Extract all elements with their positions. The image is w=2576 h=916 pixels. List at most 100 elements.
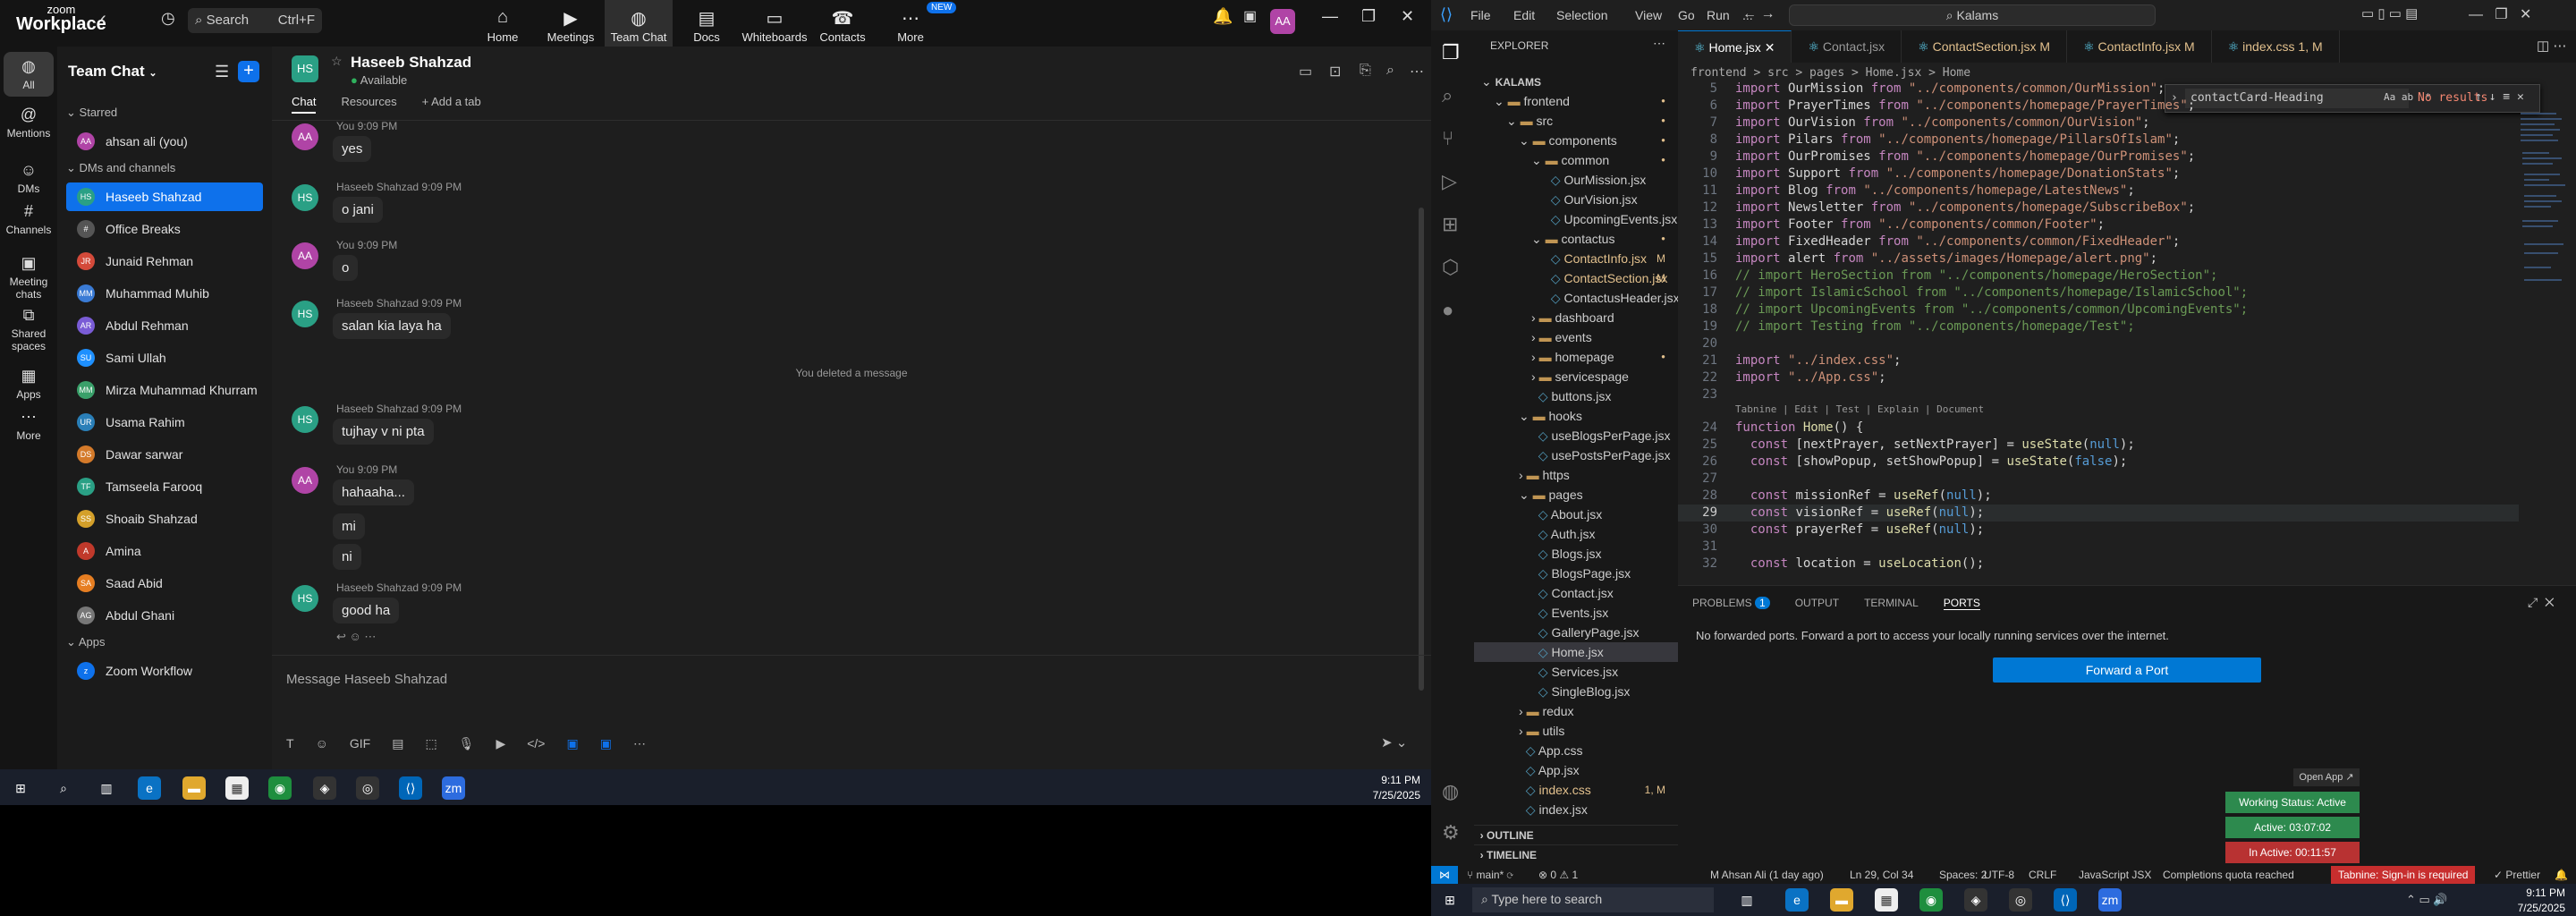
tree-item[interactable]: ◇ Auth.jsx: [1474, 524, 1678, 544]
source-control-icon[interactable]: ⑂: [1442, 127, 1453, 150]
nav-more[interactable]: ⋯ More: [877, 0, 945, 47]
sidebar-section[interactable]: ⌄ Apps: [66, 635, 105, 649]
tree-item[interactable]: ◇ Services.jsx: [1474, 662, 1678, 682]
tree-item[interactable]: ◇ ContactInfo.jsx M: [1474, 249, 1678, 268]
remote-icon[interactable]: ⋈: [1431, 866, 1458, 884]
sidebar-item[interactable]: AG Abdul Ghani: [66, 601, 263, 630]
format-icon[interactable]: T: [286, 736, 294, 751]
tree-item[interactable]: › ▬ dashboard: [1474, 308, 1678, 327]
audio-icon[interactable]: 🎙: [459, 736, 475, 751]
tabnine-status[interactable]: Tabnine: Sign-in is required: [2331, 866, 2476, 884]
tree-item[interactable]: ⌄ ▬ frontend ●: [1474, 91, 1678, 111]
tree-item[interactable]: ◇ ContactusHeader.jsx: [1474, 288, 1680, 308]
code-line[interactable]: 17 // import IslamicSchool from "../compo…: [1678, 284, 2519, 301]
taskbar-search-input[interactable]: ⌕ Type here to search: [1472, 887, 1714, 912]
star-icon[interactable]: ☆: [331, 54, 343, 69]
more-compose-icon[interactable]: ⋯: [633, 736, 646, 751]
video-call-icon[interactable]: ▭: [1299, 63, 1312, 81]
tree-item[interactable]: ⌄ ▬ contactus ●: [1474, 229, 1678, 249]
task-view-icon[interactable]: ▥: [95, 776, 118, 800]
more-options-icon[interactable]: ⋯: [1410, 63, 1424, 81]
vscode-icon[interactable]: ⟨⟩: [2054, 888, 2077, 912]
code-line[interactable]: 31: [1678, 539, 2519, 556]
tree-item[interactable]: ⌄ ▬ src ●: [1474, 111, 1678, 131]
code-line[interactable]: 16 // import HeroSection from "../compone…: [1678, 267, 2519, 284]
indentation[interactable]: Spaces: 2: [1939, 866, 1987, 884]
nav-home[interactable]: ⌂ Home: [469, 0, 537, 47]
line-ending[interactable]: CRLF: [2029, 866, 2056, 884]
prettier-status[interactable]: ✓ Prettier: [2494, 866, 2540, 884]
avatar[interactable]: HS: [292, 301, 318, 327]
outline-section[interactable]: › OUTLINE: [1474, 825, 1678, 844]
tree-item[interactable]: ◇ usePostsPerPage.jsx: [1474, 445, 1678, 465]
file-icon[interactable]: ▤: [392, 736, 403, 751]
settings-gear-icon[interactable]: ⚙: [1442, 821, 1460, 844]
tree-item[interactable]: › ▬ homepage ●: [1474, 347, 1678, 367]
editor-tab[interactable]: ⚛ ContactInfo.jsx M: [2067, 30, 2212, 63]
rail-shared-spaces[interactable]: ⧉ Shared spaces: [0, 301, 57, 358]
tree-item[interactable]: ◇ Events.jsx: [1474, 603, 1678, 623]
avatar[interactable]: HS: [292, 184, 318, 211]
tree-item[interactable]: › ▬ redux: [1474, 701, 1678, 721]
nav-meetings[interactable]: ▶ Meetings: [537, 0, 605, 47]
avatar[interactable]: AA: [292, 467, 318, 494]
sidebar-section[interactable]: ⌄ Starred: [66, 106, 117, 120]
clock[interactable]: 9:11 PM 7/25/2025: [1373, 773, 1420, 803]
file-explorer-icon[interactable]: ▬: [182, 776, 206, 800]
emoji-icon[interactable]: ☺: [316, 736, 328, 751]
code-line[interactable]: 30 const prayerRef = useRef(null);: [1678, 522, 2519, 539]
code-line[interactable]: 10 import Support from "../components/hom…: [1678, 165, 2519, 182]
edge-icon[interactable]: e: [138, 776, 161, 800]
app-icon[interactable]: ◈: [313, 776, 336, 800]
explorer-icon[interactable]: ❐: [1442, 41, 1460, 64]
window-controls[interactable]: — ❐ ✕: [2469, 5, 2531, 23]
sidebar-item[interactable]: SS Shoaib Shahzad: [66, 505, 263, 533]
rail-more[interactable]: ⋯ More: [0, 403, 57, 447]
tree-item[interactable]: ◇ Contact.jsx: [1474, 583, 1678, 603]
sidebar-title[interactable]: Team Chat ⌄: [68, 63, 157, 81]
remote-icon[interactable]: ⬡: [1442, 256, 1459, 279]
avatar[interactable]: HS: [292, 585, 318, 612]
code-line[interactable]: 8 import Pilars from "../components/homep…: [1678, 131, 2519, 148]
history-icon[interactable]: ◷: [161, 9, 175, 28]
menu-item[interactable]: Edit: [1513, 8, 1535, 22]
tree-item[interactable]: ◇ index.jsx: [1474, 800, 1678, 819]
message-bubble[interactable]: o: [333, 255, 359, 281]
tree-item[interactable]: ◇ BlogsPage.jsx: [1474, 564, 1678, 583]
tree-item[interactable]: ⌄ KALAMS: [1474, 72, 1678, 91]
tab-output[interactable]: OUTPUT: [1795, 597, 1839, 610]
sidebar-item[interactable]: JR Junaid Rehman: [66, 247, 263, 276]
members-icon[interactable]: ⎘: [1360, 63, 1371, 79]
github-icon[interactable]: ◎: [2009, 888, 2032, 912]
chat-title[interactable]: Haseeb Shahzad: [351, 54, 471, 72]
screen-share-icon[interactable]: ⊡: [1329, 63, 1341, 81]
message-bubble[interactable]: good ha: [333, 598, 400, 623]
message-bubble[interactable]: yes: [333, 136, 372, 162]
windows-start-icon[interactable]: ⊞: [1438, 888, 1462, 912]
code-line[interactable]: 26 const [showPopup, setShowPopup] = use…: [1678, 454, 2519, 471]
app2-icon[interactable]: ▣: [600, 736, 612, 751]
open-app-button[interactable]: Open App ↗: [2293, 768, 2360, 786]
cursor-position[interactable]: Ln 29, Col 34: [1850, 866, 1913, 884]
github-icon[interactable]: ◎: [356, 776, 379, 800]
avatar[interactable]: AA: [292, 242, 318, 269]
bell-icon[interactable]: 🔔: [1213, 7, 1233, 26]
minimize-icon[interactable]: —: [1322, 7, 1338, 26]
code-line[interactable]: 5 import OurMission from "../components/c…: [1678, 81, 2519, 98]
message-bubble[interactable]: tujhay v ni pta: [333, 419, 434, 445]
task-view-icon[interactable]: ▥: [1735, 888, 1758, 912]
code-line[interactable]: 21 import "../index.css";: [1678, 352, 2519, 369]
code-line[interactable]: 11 import Blog from "../components/homepa…: [1678, 182, 2519, 199]
store-icon[interactable]: ▦: [225, 776, 249, 800]
editor-tab[interactable]: ⚛ Contact.jsx: [1792, 30, 1902, 63]
quota-status[interactable]: Completions quota reached: [2163, 866, 2294, 884]
search-input[interactable]: ⌕ Search Ctrl+F: [188, 8, 322, 33]
tree-item[interactable]: ◇ Blogs.jsx: [1474, 544, 1678, 564]
sidebar-item[interactable]: HS Haseeb Shahzad: [66, 182, 263, 211]
search-icon[interactable]: ⌕: [52, 776, 75, 800]
tree-item[interactable]: ⌄ ▬ hooks: [1474, 406, 1678, 426]
rail-channels[interactable]: # Channels: [0, 197, 57, 242]
code-line[interactable]: 12 import Newsletter from "../components/…: [1678, 199, 2519, 216]
encoding[interactable]: UTF-8: [1984, 866, 2014, 884]
code-line[interactable]: 13 import Footer from "../components/comm…: [1678, 216, 2519, 233]
